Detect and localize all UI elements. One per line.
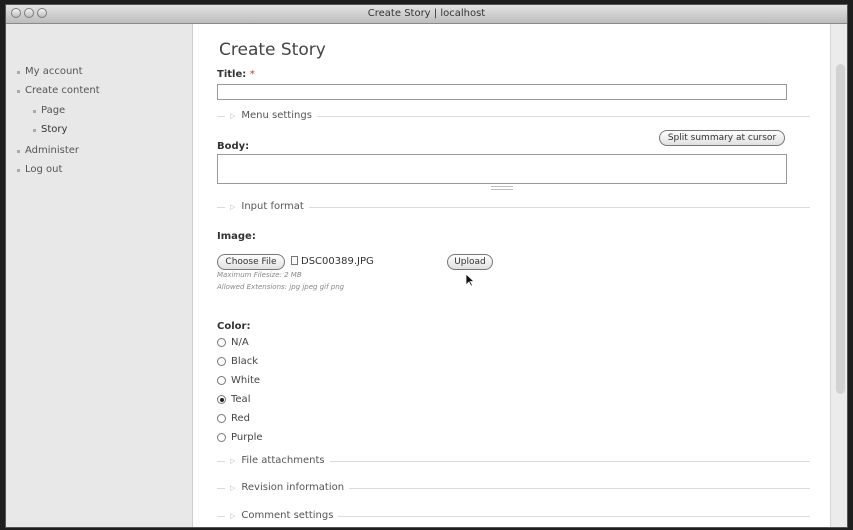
color-option-purple[interactable]: Purple [217,432,263,443]
color-option-label: Teal [231,394,251,405]
sidebar-item-log-out[interactable]: Log out [25,164,62,175]
split-summary-button[interactable]: Split summary at cursor [659,130,785,146]
triangle-right-icon: ▷ [230,511,236,520]
triangle-right-icon: ▷ [230,111,236,120]
triangle-right-icon: ▷ [230,483,236,492]
color-option-teal[interactable]: Teal [217,394,250,405]
allowed-extensions-description: Allowed Extensions: jpg jpeg gif png [217,283,345,291]
sidebar-item-page[interactable]: Page [41,105,65,116]
document-icon [291,256,298,265]
radio-button[interactable] [217,338,226,347]
bullet-icon [17,71,20,74]
window-title: Create Story | localhost [367,8,486,19]
title-label: Title: * [217,69,255,80]
textarea-resize-grip[interactable] [491,186,513,190]
sidebar-item-create-content[interactable]: Create content [25,85,100,96]
sidebar-item-administer[interactable]: Administer [25,145,79,156]
file-attachments-label: File attachments [241,455,325,466]
color-option-label: Black [231,356,259,367]
title-label-text: Title: [217,69,247,80]
bullet-icon [17,90,20,93]
selected-file-name: DSC00389.JPG [301,256,374,267]
body-label: Body: [217,141,250,152]
color-option-label: Red [231,413,250,424]
upload-button[interactable]: Upload [447,254,493,270]
color-option-na[interactable]: N/A [217,337,249,348]
mouse-pointer-icon [465,273,475,287]
color-option-label: Purple [231,432,263,443]
body-textarea[interactable] [217,154,787,184]
bullet-icon [17,169,20,172]
choose-file-button[interactable]: Choose File [217,254,285,270]
sidebar-item-story[interactable]: Story [41,124,67,135]
radio-button[interactable] [217,414,226,423]
color-option-red[interactable]: Red [217,413,250,424]
color-option-black[interactable]: Black [217,356,258,367]
comment-settings-label: Comment settings [241,510,334,521]
main-content: Create Story Title: * ▷ Menu settings Sp… [193,24,830,527]
menu-settings-fieldset[interactable]: ▷ Menu settings [225,110,317,121]
menu-settings-label: Menu settings [241,110,312,121]
browser-window: Create Story | localhost My account Crea… [5,4,848,528]
vertical-scrollbar[interactable] [830,24,847,527]
radio-button[interactable] [217,376,226,385]
required-mark: * [249,69,255,80]
bullet-icon [33,129,36,132]
triangle-right-icon: ▷ [230,456,236,465]
color-label: Color: [217,321,251,332]
bullet-icon [33,110,36,113]
input-format-label: Input format [241,201,304,212]
image-label: Image: [217,231,256,242]
color-option-label: N/A [231,337,249,348]
input-format-fieldset[interactable]: ▷ Input format [225,201,309,212]
sidebar-item-my-account[interactable]: My account [25,66,83,77]
comment-settings-fieldset[interactable]: ▷ Comment settings [225,510,339,521]
bullet-icon [17,150,20,153]
page-title: Create Story [219,40,326,60]
window-titlebar: Create Story | localhost [6,5,847,24]
revision-info-fieldset[interactable]: ▷ Revision information [225,482,350,493]
file-attachments-fieldset[interactable]: ▷ File attachments [225,455,330,466]
radio-button-selected[interactable] [217,395,226,404]
radio-button[interactable] [217,433,226,442]
max-filesize-description: Maximum Filesize: 2 MB [217,271,302,279]
color-option-label: White [231,375,261,386]
color-option-white[interactable]: White [217,375,260,386]
triangle-right-icon: ▷ [230,202,236,211]
title-input[interactable] [217,84,787,100]
scrollbar-thumb[interactable] [836,64,845,394]
revision-info-label: Revision information [241,482,345,493]
sidebar-nav: My account Create content Page Story Adm… [6,24,193,527]
radio-button[interactable] [217,357,226,366]
